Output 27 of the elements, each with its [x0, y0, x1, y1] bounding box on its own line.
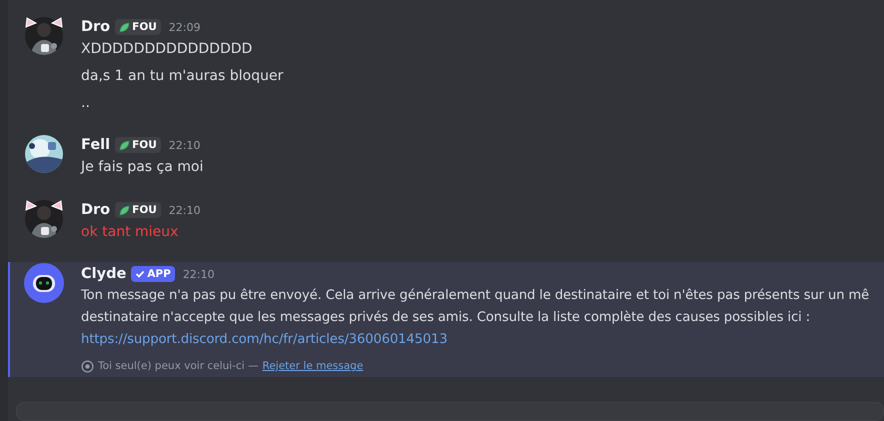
leaf-icon [119, 204, 130, 216]
message-link[interactable]: https://support.discord.com/hc/fr/articles/360060145013 [81, 329, 448, 351]
dismiss-link[interactable]: Rejeter le message [262, 360, 364, 372]
check-icon [135, 269, 146, 279]
role-tag: FOU [115, 202, 161, 218]
leaf-icon [119, 22, 130, 32]
message-text: XDDDDDDDDDDDDDDD [81, 40, 252, 59]
role-tag: FOU [115, 19, 161, 35]
message-text: da,s 1 an tu m'auras bloquer [81, 67, 284, 86]
author-name[interactable]: Fell [81, 137, 110, 153]
message-text: .. [81, 94, 90, 113]
eye-icon [81, 360, 94, 372]
timestamp: 22:10 [168, 138, 200, 152]
app-tag: APP [131, 266, 175, 282]
author-name[interactable]: Dro [81, 19, 110, 35]
author-name[interactable]: Dro [81, 202, 110, 218]
timestamp: 22:09 [168, 20, 200, 34]
message-text: Je fais pas ça moi [81, 158, 204, 177]
message-text: destinataire n'accepte que les messages privés de ses amis. Consulte la liste complète des causes possibles ici : [81, 309, 810, 327]
timestamp: 22:10 [182, 268, 215, 280]
message-text: Ton message n'a pas pu être envoyé. Cela arrive généralement quand le destinataire et toi n'êtes pas présents sur un mê [81, 287, 870, 305]
author-name[interactable]: Clyde [81, 266, 126, 282]
timestamp: 22:10 [168, 204, 200, 216]
visibility-note: Toi seul(e) peux voir celui-ci — [98, 360, 258, 372]
leaf-icon [119, 140, 130, 150]
message-text: ok tant mieux [81, 223, 178, 242]
role-tag: FOU [115, 137, 161, 153]
